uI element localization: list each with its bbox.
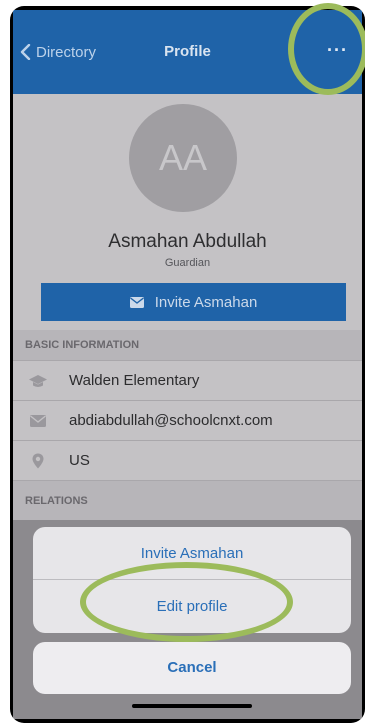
highlight-ring-edit xyxy=(80,562,293,642)
invite-button[interactable]: Invite Asmahan xyxy=(41,283,346,321)
highlight-ring-more xyxy=(288,3,365,95)
profile-role: Guardian xyxy=(164,257,211,269)
relations-header: RELATIONS xyxy=(13,480,362,520)
graduation-cap-icon xyxy=(29,374,47,387)
location-pin-icon xyxy=(32,453,44,468)
profile-name: Asmahan Abdullah xyxy=(108,231,267,252)
list-item-school[interactable]: Walden Elementary xyxy=(13,360,362,400)
basic-information-header: BASIC INFORMATION xyxy=(13,330,362,360)
school-text: Walden Elementary xyxy=(69,372,200,389)
cancel-button[interactable]: Cancel xyxy=(33,642,351,694)
avatar: AA xyxy=(129,104,237,212)
country-text: US xyxy=(69,452,90,469)
list-item-email[interactable]: abdiabdullah@schoolcnxt.com xyxy=(13,400,362,440)
envelope-icon xyxy=(129,296,144,308)
list-item-country[interactable]: US xyxy=(13,440,362,480)
invite-button-label: Invite Asmahan xyxy=(154,293,258,311)
envelope-icon xyxy=(30,414,46,427)
email-text: abdiabdullah@schoolcnxt.com xyxy=(69,412,273,429)
profile-header: AA Asmahan Abdullah Guardian Invite Asma… xyxy=(13,94,362,330)
home-indicator xyxy=(132,704,252,708)
